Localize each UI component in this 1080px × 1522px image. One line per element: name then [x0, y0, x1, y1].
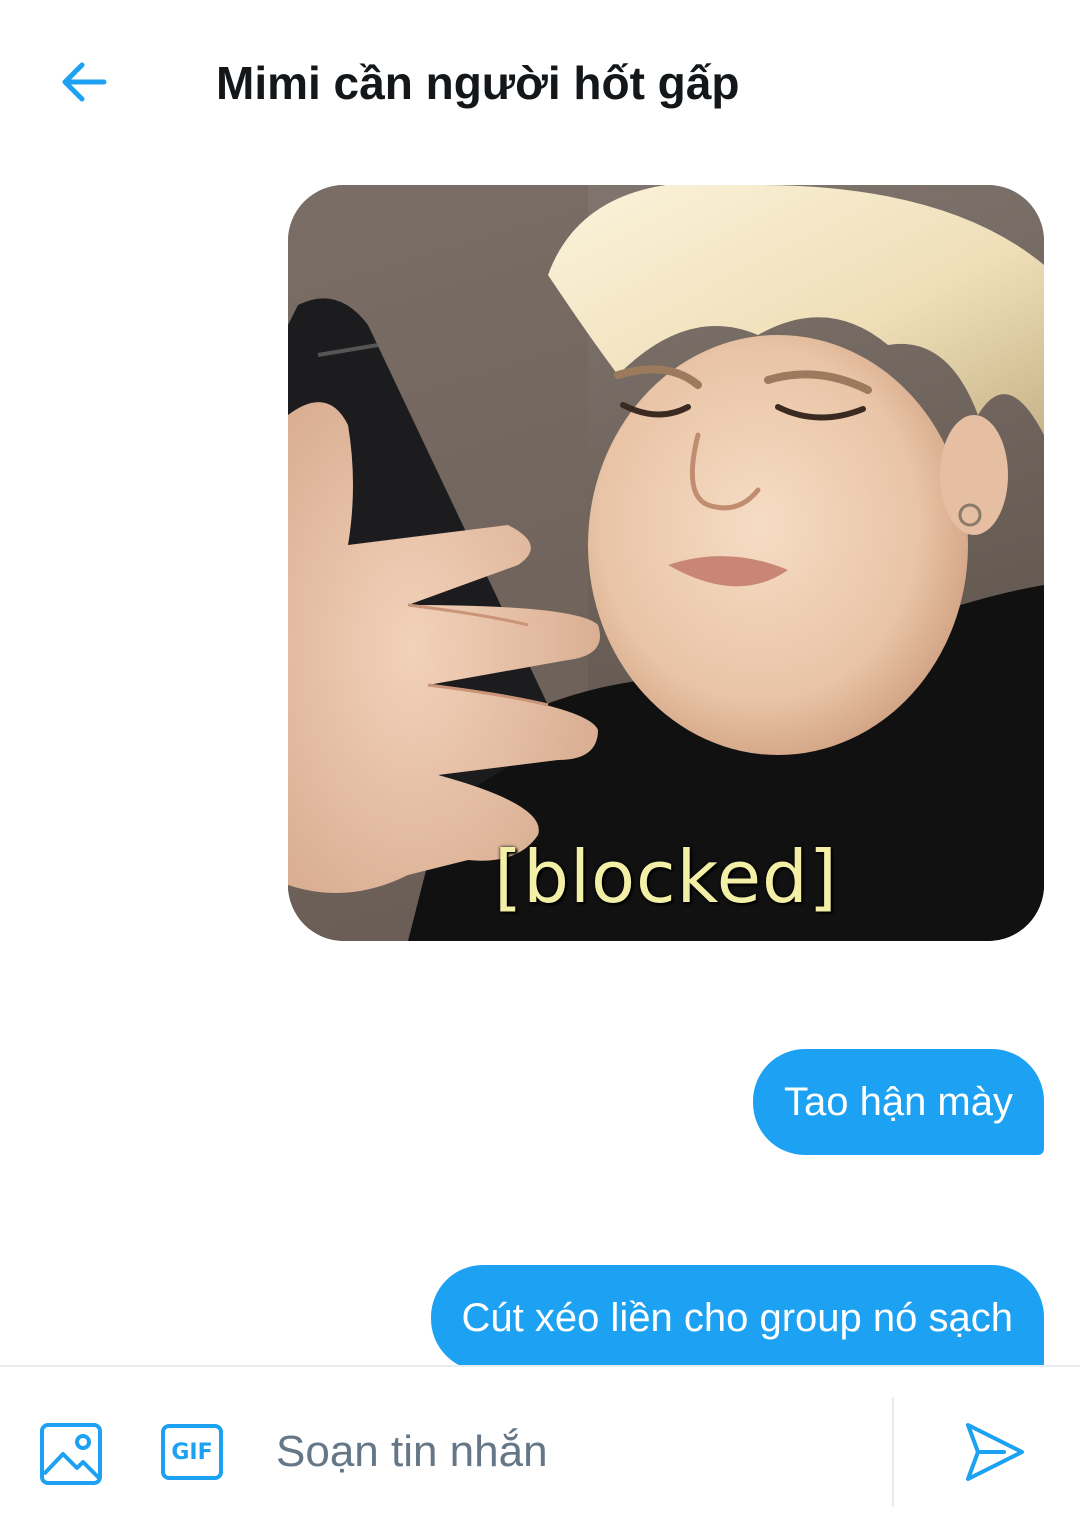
sent-message-bubble[interactable]: Tao hận mày: [752, 1049, 1044, 1155]
conversation-title[interactable]: Mimi cần người hốt gấp: [216, 54, 739, 112]
back-button[interactable]: [52, 50, 116, 114]
message-composer: GIF: [0, 1365, 1080, 1522]
gif-icon: GIF: [161, 1424, 223, 1480]
shared-photo: [288, 185, 1044, 941]
arrow-left-icon: [62, 62, 107, 102]
composer-divider: [892, 1397, 894, 1507]
message-input[interactable]: [262, 1407, 900, 1497]
image-caption: [blocked]: [494, 835, 838, 919]
add-image-button[interactable]: [38, 1421, 104, 1487]
send-button[interactable]: [962, 1419, 1028, 1485]
add-gif-button[interactable]: GIF: [158, 1421, 226, 1483]
dm-conversation-screen: Mimi cần người hốt gấp [blocked] Tao hận…: [0, 0, 1080, 1522]
image-icon: [40, 1423, 102, 1485]
send-icon: [966, 1423, 1024, 1481]
conversation-header: Mimi cần người hốt gấp: [0, 0, 1080, 165]
image-message[interactable]: [blocked]: [288, 185, 1044, 941]
sent-message-bubble[interactable]: Cút xéo liền cho group nó sạch: [430, 1265, 1044, 1365]
message-list[interactable]: [blocked] Tao hận mày Cút xéo liền cho g…: [0, 165, 1080, 1365]
